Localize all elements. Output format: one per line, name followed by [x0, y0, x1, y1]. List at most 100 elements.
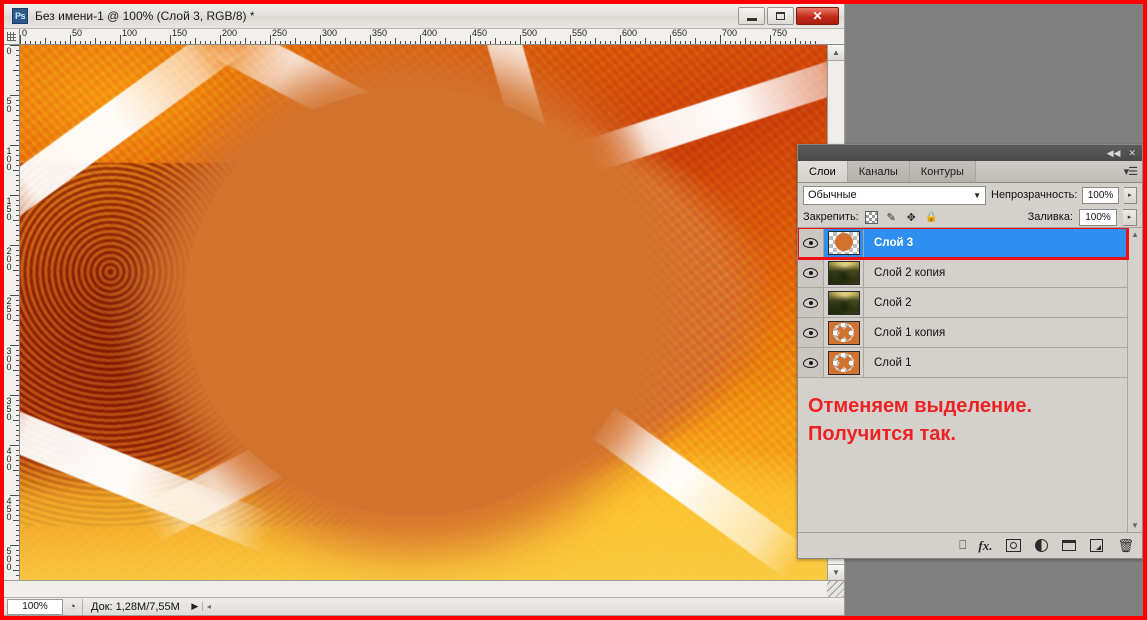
ruler-tick	[470, 35, 471, 44]
layer-name-label: Слой 2	[874, 296, 912, 309]
ruler-tick	[16, 300, 19, 301]
ruler-tick	[160, 41, 161, 44]
ruler-tick	[815, 41, 816, 44]
status-menu-arrow[interactable]: ▶	[188, 601, 202, 612]
photoshop-app-icon: Ps	[12, 8, 28, 24]
vertical-ruler[interactable]: 0 50 100 150 200 250 300 350 400 450 500	[4, 45, 20, 580]
canvas-area[interactable]	[20, 45, 827, 580]
layer-visibility-toggle[interactable]	[798, 258, 824, 287]
ruler-tick	[145, 38, 146, 44]
restore-button[interactable]	[767, 7, 794, 25]
scroll-up-icon[interactable]: ▲	[1131, 230, 1139, 239]
layer-visibility-toggle[interactable]	[798, 228, 824, 257]
layer-row[interactable]: Слой 1 копия	[798, 318, 1127, 348]
new-group-icon[interactable]	[1062, 540, 1077, 551]
layer-thumbnail-cell[interactable]	[824, 288, 864, 317]
fill-stepper[interactable]: ▸	[1123, 208, 1137, 226]
layer-thumbnail-cell[interactable]	[824, 318, 864, 347]
layer-row[interactable]: Слой 3	[798, 228, 1129, 260]
ruler-tick	[690, 41, 691, 44]
ruler-tick	[695, 38, 696, 44]
lock-move-icon[interactable]: ✥	[905, 211, 918, 224]
eye-icon	[803, 297, 818, 308]
layer-visibility-toggle[interactable]	[798, 288, 824, 317]
layer-list-scrollbar[interactable]: ▲ ▼	[1127, 228, 1142, 532]
ruler-tick	[765, 41, 766, 44]
new-layer-icon[interactable]	[1090, 539, 1104, 552]
lock-all-padlock-icon[interactable]: 🔒	[925, 211, 938, 224]
ruler-tick	[615, 41, 616, 44]
ruler-tick	[16, 315, 19, 316]
layer-thumbnail-cell[interactable]	[824, 228, 864, 257]
ruler-tick	[13, 420, 19, 421]
tab-layers[interactable]: Слои	[798, 161, 848, 182]
ruler-tick	[16, 140, 19, 141]
tab-paths[interactable]: Контуры	[909, 161, 976, 182]
ruler-tick	[16, 550, 19, 551]
ruler-tick	[16, 355, 19, 356]
ruler-tick	[16, 180, 19, 181]
layer-row[interactable]: Слой 2 копия	[798, 258, 1127, 288]
adjustment-layer-icon[interactable]	[1035, 539, 1049, 552]
ruler-tick	[635, 41, 636, 44]
zoom-level-field[interactable]: 100%	[7, 598, 63, 615]
collapse-panel-icon[interactable]: ◀◀	[1107, 148, 1121, 159]
horizontal-ruler[interactable]: 0 50 100 150 200 250 300 350 400 450 500 550 600 650 7…	[20, 29, 827, 45]
fill-label: Заливка:	[1027, 211, 1073, 223]
ruler-scrollbar-spacer	[827, 29, 844, 45]
panel-titlebar[interactable]: ◀◀ ✕	[798, 145, 1142, 161]
resize-grip[interactable]	[827, 581, 844, 597]
scroll-down-icon[interactable]: ▼	[1131, 521, 1139, 530]
ruler-tick	[75, 41, 76, 44]
scroll-up-button[interactable]: ▲	[828, 45, 844, 61]
lock-row: Закрепить: ✎ ✥ 🔒 Заливка: 100% ▸	[798, 207, 1142, 228]
layer-row[interactable]: Слой 2	[798, 288, 1127, 318]
lock-transparency-icon[interactable]	[864, 210, 878, 224]
document-window: Ps Без имени-1 @ 100% (Слой 3, RGB/8) * …	[4, 4, 845, 616]
ruler-origin-corner[interactable]	[4, 29, 20, 45]
layer-visibility-toggle[interactable]	[798, 348, 824, 377]
ruler-tick	[700, 41, 701, 44]
ruler-tick	[780, 41, 781, 44]
delete-layer-icon[interactable]: 🗑	[1117, 538, 1134, 554]
ruler-tick	[775, 41, 776, 44]
close-panel-icon[interactable]: ✕	[1128, 148, 1136, 159]
ruler-tick	[175, 41, 176, 44]
ruler-tick	[16, 250, 19, 251]
ruler-tick	[16, 515, 19, 516]
ruler-tick	[16, 175, 19, 176]
canvas-horizontal-scrollbar[interactable]	[4, 580, 844, 597]
link-icon[interactable]: ⎕	[959, 538, 966, 553]
close-button[interactable]: ✕	[796, 7, 839, 25]
opacity-stepper[interactable]: ▸	[1123, 186, 1137, 204]
tab-channels[interactable]: Каналы	[847, 161, 910, 182]
ruler-tick	[16, 465, 19, 466]
layer-list: Слой 3 Слой 2 копия Слой 2 Слой 1 копия Слой…	[798, 228, 1129, 532]
layer-row[interactable]: Слой 1	[798, 348, 1127, 378]
ruler-tick	[475, 41, 476, 44]
preview-proxy-icon[interactable]: ◔	[63, 598, 83, 615]
ruler-tick	[16, 385, 19, 386]
document-titlebar[interactable]: Ps Без имени-1 @ 100% (Слой 3, RGB/8) * …	[4, 4, 844, 29]
ruler-tick	[440, 41, 441, 44]
lock-brush-icon[interactable]: ✎	[885, 211, 898, 224]
ruler-tick	[320, 35, 321, 44]
fill-field[interactable]: 100%	[1079, 208, 1117, 226]
minimize-button[interactable]	[738, 7, 765, 25]
add-mask-icon[interactable]	[1006, 539, 1022, 552]
annotation-line-1: Отменяем выделение.	[808, 395, 1033, 417]
layer-thumbnail-cell[interactable]	[824, 258, 864, 287]
annotation-line-2: Получится так.	[808, 423, 956, 446]
blend-mode-select[interactable]: Обычные ▼	[803, 185, 986, 205]
panel-menu-icon[interactable]: ▾☰	[1124, 165, 1138, 178]
scroll-down-button[interactable]: ▼	[828, 564, 844, 580]
ruler-tick	[265, 41, 266, 44]
layer-thumbnail-cell[interactable]	[824, 348, 864, 377]
ruler-tick	[16, 410, 19, 411]
layer-visibility-toggle[interactable]	[798, 318, 824, 347]
ruler-tick	[720, 35, 721, 44]
ruler-tick	[16, 165, 19, 166]
scroll-track[interactable]	[4, 581, 827, 597]
fx-icon[interactable]: fx.	[978, 538, 992, 554]
opacity-field[interactable]: 100%	[1082, 186, 1119, 204]
